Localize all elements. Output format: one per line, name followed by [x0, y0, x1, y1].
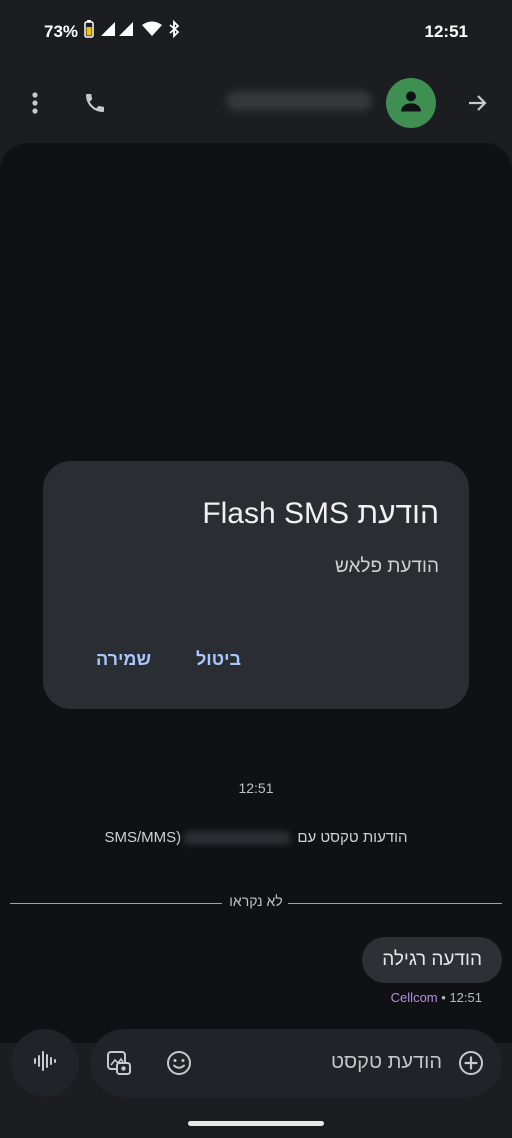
cancel-button[interactable]: ביטול: [196, 649, 241, 670]
dialog-title: הודעת Flash SMS: [202, 497, 439, 530]
sms-info-suffix: (SMS/MMS: [104, 829, 182, 846]
sms-info-prefix: הודעות טקסט עם: [297, 829, 408, 846]
message-bubble[interactable]: הודעה רגילה: [362, 937, 502, 983]
flash-sms-dialog: הודעת Flash SMS הודעת פלאש שמירה ביטול: [43, 461, 469, 709]
add-circle-icon[interactable]: [454, 1046, 488, 1080]
sms-info-line: הודעות טקסט עם (SMS/MMS: [0, 829, 512, 846]
status-time: 12:51: [424, 22, 468, 41]
conversation-timestamp: 12:51: [238, 780, 274, 796]
home-indicator[interactable]: [188, 1121, 324, 1126]
bluetooth-icon: [168, 19, 180, 43]
voice-icon: [32, 1048, 58, 1079]
unread-label: לא נקראו: [229, 893, 283, 909]
compose-bar: הודעת טקסט: [90, 1029, 502, 1097]
meta-separator: •: [441, 990, 446, 1005]
divider-line: [288, 903, 502, 904]
more-vert-icon[interactable]: [20, 86, 50, 120]
signal-icon: [100, 21, 136, 42]
status-bar: 73% 12:51: [0, 0, 512, 62]
person-icon: [397, 87, 425, 120]
battery-icon: [84, 20, 94, 43]
unread-divider: לא נקראו: [10, 893, 502, 913]
arrow-forward-icon[interactable]: [460, 86, 494, 120]
divider-line: [10, 903, 222, 904]
phone-icon[interactable]: [78, 86, 112, 120]
save-button[interactable]: שמירה: [96, 649, 151, 670]
dialog-message: הודעת פלאש: [334, 556, 439, 577]
redacted-number: [183, 831, 292, 846]
emoji-icon[interactable]: [162, 1046, 196, 1080]
avatar[interactable]: [386, 78, 436, 128]
battery-percent: 73%: [44, 21, 79, 41]
message-text: הודעה רגילה: [382, 949, 482, 970]
carrier-label: Cellcom: [390, 990, 438, 1005]
gallery-icon[interactable]: [102, 1046, 136, 1080]
message-meta: 12:51 • Cellcom: [391, 990, 482, 1005]
status-icons: 73%: [44, 19, 180, 43]
wifi-icon: [142, 21, 163, 42]
message-time: 12:51: [449, 990, 482, 1005]
message-input[interactable]: הודעת טקסט: [331, 1051, 442, 1074]
contact-name: [226, 91, 372, 111]
voice-button[interactable]: [11, 1029, 79, 1097]
